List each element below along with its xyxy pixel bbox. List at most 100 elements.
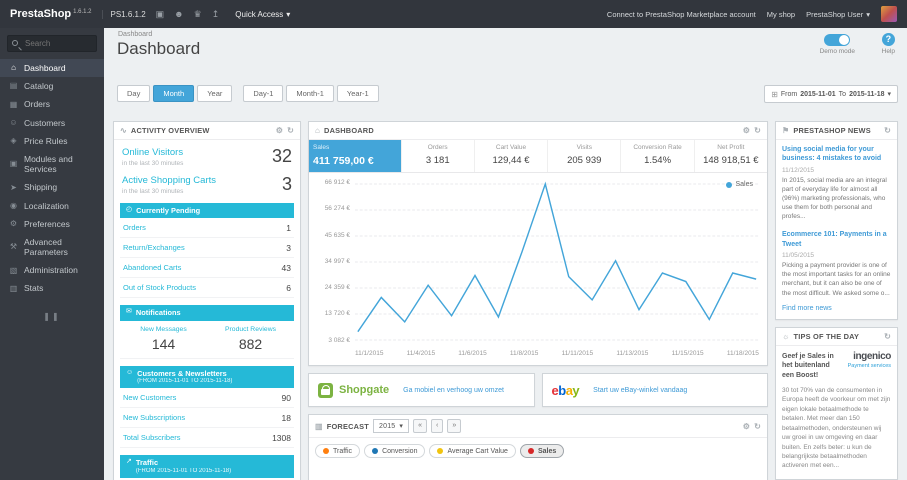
sidebar-item-administration[interactable]: ▧ Administration <box>0 261 104 279</box>
update-icon[interactable]: ↥ <box>212 9 220 20</box>
range-year-button[interactable]: Year <box>197 85 233 102</box>
sidebar-item-shipping[interactable]: ➤ Shipping <box>0 178 104 196</box>
currently-pending-header: ◴ Currently Pending <box>120 203 294 219</box>
section-title: Currently Pending <box>136 206 201 215</box>
row-label: Abandoned Carts <box>123 263 182 273</box>
forecast-toggle-sales[interactable]: Sales <box>519 444 565 458</box>
sidebar-item-stats[interactable]: ▥ Stats <box>0 279 104 297</box>
forecast-toggle-average-cart-value[interactable]: Average Cart Value <box>429 444 516 458</box>
row-label: New Subscriptions <box>123 413 186 423</box>
kpi-value: 411 759,00 € <box>313 155 374 167</box>
user-icon[interactable]: ☻ <box>174 9 183 19</box>
kpi-cart-value[interactable]: Cart Value 129,44 € <box>475 140 549 172</box>
refresh-icon[interactable]: ↻ <box>754 126 761 135</box>
modules-icon: ▣ <box>9 159 18 169</box>
kpi-visits[interactable]: Visits 205 939 <box>548 140 622 172</box>
date-to-value: 2015-11-18 <box>849 90 885 98</box>
date-range-picker[interactable]: ⊞ From 2015-11-01 To 2015-11-18 ▾ <box>764 85 898 103</box>
pending-row-abandoned-carts[interactable]: Abandoned Carts 43 <box>120 258 294 279</box>
forecast-year-select[interactable]: 2015 ▾ <box>373 419 410 433</box>
people-icon: ☺ <box>126 368 134 376</box>
x-axis-tick: 11/13/2015 <box>616 350 649 357</box>
gear-icon[interactable]: ⚙ <box>743 422 750 431</box>
last-page-button[interactable]: » <box>447 419 462 433</box>
refresh-icon[interactable]: ↻ <box>884 126 891 135</box>
prestashop-logo[interactable]: PrestaShop 1.6.1.2 <box>10 8 92 20</box>
pending-row-out-of-stock[interactable]: Out of Stock Products 6 <box>120 278 294 299</box>
range-month-1-button[interactable]: Month-1 <box>286 85 334 102</box>
range-day-1-button[interactable]: Day-1 <box>243 85 284 102</box>
refresh-icon[interactable]: ↻ <box>754 422 761 431</box>
pending-row-returns[interactable]: Return/Exchanges 3 <box>120 238 294 259</box>
sidebar-item-label: Catalog <box>24 81 54 92</box>
forecast-year-value: 2015 <box>379 422 396 430</box>
refresh-icon[interactable]: ↻ <box>287 126 294 135</box>
demo-mode-toggle[interactable] <box>824 34 851 46</box>
customers-row-new-customers[interactable]: New Customers 90 <box>120 388 294 409</box>
sidebar-item-dashboard[interactable]: ⌂ Dashboard <box>0 59 104 78</box>
section-title: Notifications <box>135 308 181 318</box>
sidebar-item-preferences[interactable]: ⚙ Preferences <box>0 215 104 233</box>
logo-text: PrestaShop <box>10 8 72 20</box>
forecast-toggle-conversion[interactable]: Conversion <box>364 444 426 458</box>
refresh-icon[interactable]: ↻ <box>884 332 891 341</box>
ingenico-logo-text: ingenico <box>853 350 891 362</box>
cart-icon[interactable]: ▣ <box>156 9 165 20</box>
news-article-title[interactable]: Ecommerce 101: Payments in a Tweet <box>782 230 891 249</box>
sidebar-item-advanced-parameters[interactable]: ⚒ Advanced Parameters <box>0 233 104 261</box>
new-messages-cell[interactable]: New Messages 144 <box>120 321 207 358</box>
customers-row-new-subscriptions[interactable]: New Subscriptions 18 <box>120 408 294 429</box>
quick-access-menu[interactable]: Quick Access ▾ <box>235 10 290 19</box>
first-page-button[interactable]: « <box>413 419 428 433</box>
shopgate-link[interactable]: Ga mobiel en verhoog uw omzet <box>403 387 504 394</box>
range-day-button[interactable]: Day <box>117 85 151 102</box>
user-menu[interactable]: PrestaShop User ▾ <box>806 10 870 19</box>
marketplace-link[interactable]: Connect to PrestaShop Marketplace accoun… <box>607 10 756 19</box>
row-value: 1 <box>286 222 291 233</box>
news-article: Ecommerce 101: Payments in a Tweet 11/05… <box>776 225 897 301</box>
news-article-title[interactable]: Using social media for your business: 4 … <box>782 145 891 164</box>
customers-newsletters-header: ☺ Customers & Newsletters (FROM 2015-11-… <box>120 365 294 389</box>
range-year-1-button[interactable]: Year-1 <box>336 85 379 102</box>
help-icon[interactable]: ? <box>881 33 895 46</box>
active-carts-stat: Active Shopping Carts in the last 30 min… <box>114 168 300 196</box>
ebay-link[interactable]: Start uw eBay-winkel vandaag <box>593 387 687 394</box>
activity-icon: ∿ <box>120 126 127 135</box>
product-reviews-cell[interactable]: Product Reviews 882 <box>207 321 294 358</box>
sidebar-item-label: Orders <box>24 99 50 110</box>
shop-name: PS1.6.1.2 <box>101 9 146 19</box>
sidebar-item-orders[interactable]: ▦ Orders <box>0 95 104 113</box>
sidebar-item-customers[interactable]: ☺ Customers <box>0 114 104 132</box>
truck-icon: ➤ <box>10 182 17 192</box>
my-shop-link[interactable]: My shop <box>767 10 795 19</box>
customers-row-total-subscribers[interactable]: Total Subscribers 1308 <box>120 428 294 449</box>
admin-icon: ▧ <box>9 265 18 275</box>
sidebar-collapse-button[interactable]: ❚❚ <box>0 312 104 321</box>
range-month-button[interactable]: Month <box>153 85 195 102</box>
kpi-net-profit[interactable]: Net Profit 148 918,51 € <box>695 140 767 172</box>
gear-icon[interactable]: ⚙ <box>276 126 283 135</box>
trophy-icon[interactable]: ♛ <box>194 9 202 20</box>
sidebar-item-catalog[interactable]: ▤ Catalog <box>0 77 104 95</box>
forecast-toggle-traffic[interactable]: Traffic <box>315 444 361 458</box>
sidebar-item-label: Administration <box>24 265 78 276</box>
row-label: New Customers <box>123 393 177 403</box>
avatar[interactable] <box>881 6 897 22</box>
find-more-news-link[interactable]: Find more news <box>776 302 897 319</box>
forecast-icon: ▥ <box>315 421 323 431</box>
gear-icon[interactable]: ⚙ <box>743 126 750 135</box>
pending-row-orders[interactable]: Orders 1 <box>120 218 294 239</box>
kpi-value: 1.54% <box>644 155 672 166</box>
kpi-orders[interactable]: Orders 3 181 <box>402 140 475 172</box>
kpi-conversion-rate[interactable]: Conversion Rate 1.54% <box>621 140 695 172</box>
sidebar-item-price-rules[interactable]: ◈ Price Rules <box>0 132 104 150</box>
tips-of-the-day-panel: ☼ TIPS OF THE DAY ↻ Geef je Sales in het… <box>775 326 898 480</box>
sidebar-item-modules-and-services[interactable]: ▣ Modules and Services <box>0 150 104 178</box>
kpi-sales[interactable]: Sales 411 759,00 € <box>309 140 402 172</box>
ingenico-logo-subtext: Payment services <box>847 362 891 369</box>
sidebar-item-localization[interactable]: ◉ Localization <box>0 197 104 215</box>
forecast-panel: ▥ FORECAST 2015 ▾ « ‹ » ⚙ ↻ Traffic Conve… <box>308 414 768 480</box>
y-axis-tick: 24 359 € <box>324 284 350 291</box>
prev-page-button[interactable]: ‹ <box>431 419 444 433</box>
tip-body: 30 tot 70% van de consumenten in Europa … <box>782 386 891 470</box>
